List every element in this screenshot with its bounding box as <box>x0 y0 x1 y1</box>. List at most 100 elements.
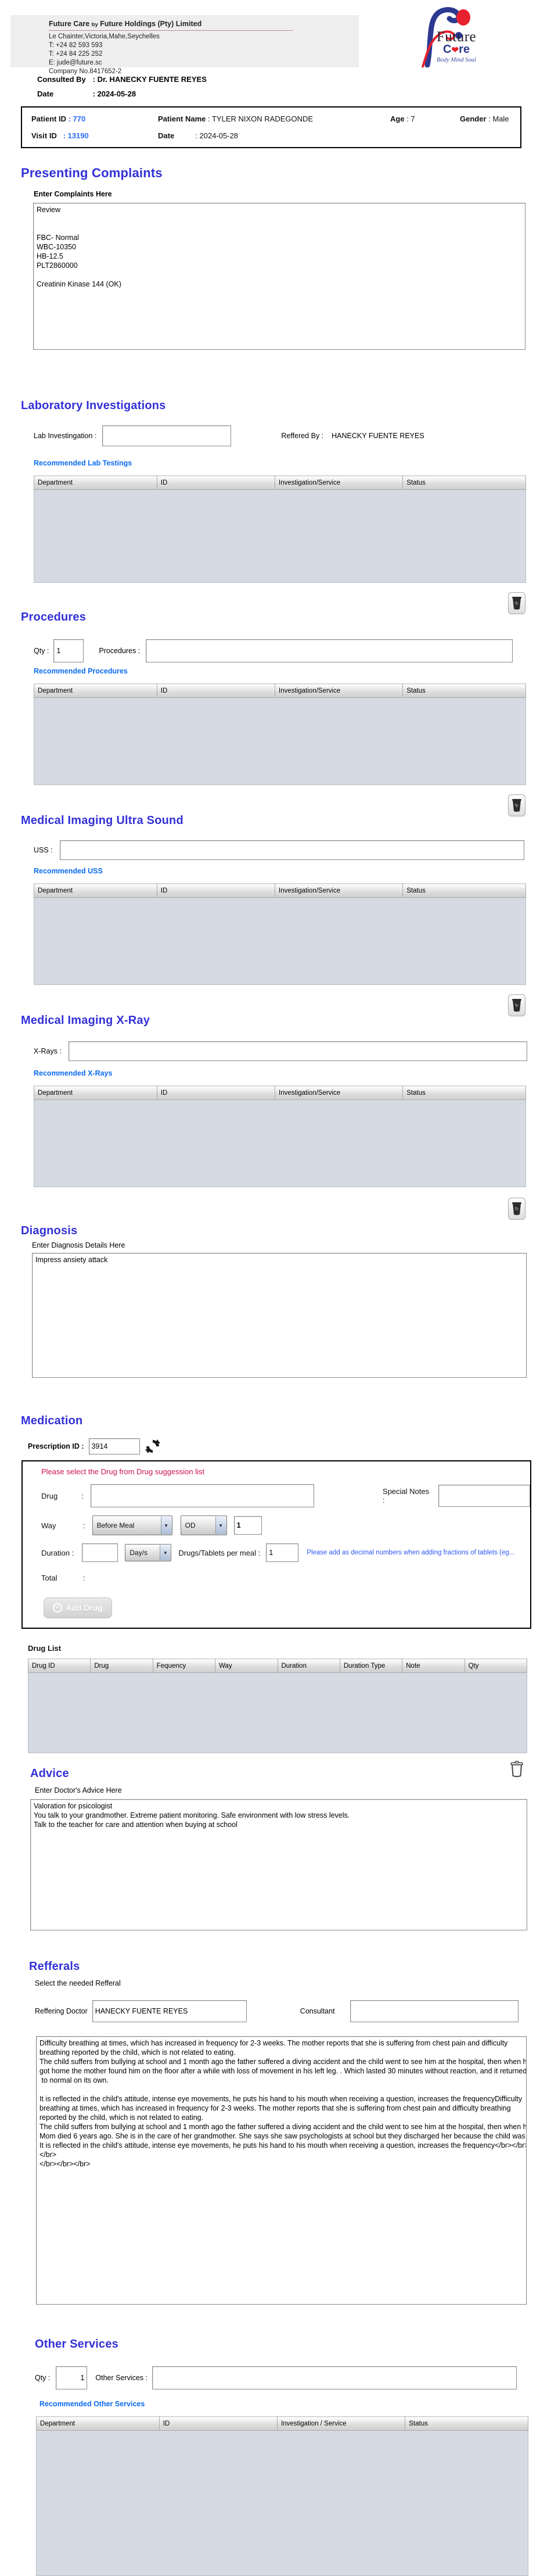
patient-id-value: : 770 <box>69 114 86 123</box>
drug-input[interactable] <box>91 1484 314 1507</box>
svg-text:↻: ↻ <box>515 1206 519 1212</box>
refresh-icon[interactable] <box>145 1438 161 1454</box>
recommended-xray-link[interactable]: Recommended X-Rays <box>34 1069 540 1077</box>
reffering-doctor-input[interactable] <box>92 2000 247 2022</box>
lab-investigation-input[interactable] <box>102 425 231 446</box>
frequency-qty-input[interactable] <box>234 1516 262 1535</box>
col-drug: Drug <box>91 1659 153 1673</box>
col-investigation-service: Investigation/Service <box>275 684 403 698</box>
patient-summary-box: Patient ID : 770 Patient Name : TYLER NI… <box>21 106 521 148</box>
drug-list-delete-button[interactable] <box>508 1758 525 1781</box>
col-qty: Qty <box>465 1659 527 1673</box>
col-investigation-service: Investigation / Service <box>278 2417 405 2431</box>
drug-row: Drug : Special Notes : <box>41 1484 530 1507</box>
other-services-table-empty-body <box>37 2431 528 2576</box>
xray-delete-button[interactable]: ↻ <box>508 1198 525 1220</box>
way-selected-value: Before Meal <box>97 1521 135 1529</box>
other-services-input-row: Qty : Other Services : <box>35 2366 540 2389</box>
trash-icon: ↻ <box>512 1202 522 1216</box>
col-department: Department <box>34 476 157 490</box>
section-title-advice: Advice <box>30 1767 540 1780</box>
col-id: ID <box>159 2417 277 2431</box>
xray-table-empty-body <box>34 1100 526 1187</box>
other-services-table-header: Department ID Investigation / Service St… <box>37 2417 528 2431</box>
other-services-input-label: Other Services : <box>95 2374 147 2382</box>
drug-list-header: Drug ID Drug Fequency Way Duration Durat… <box>28 1659 527 1673</box>
other-services-qty-input[interactable] <box>56 2366 87 2389</box>
col-id: ID <box>157 884 275 898</box>
chevron-down-icon: ▼ <box>161 1517 171 1534</box>
col-status: Status <box>405 2417 528 2431</box>
lab-delete-button[interactable]: ↻ <box>508 592 525 614</box>
logo-text: Future C❤re Body Mind Soul <box>427 29 485 63</box>
chevron-down-icon: ▼ <box>215 1517 226 1534</box>
diagnosis-textarea[interactable]: Impress ansiety attack <box>32 1253 527 1378</box>
fraction-note: Please add as decimal numbers when addin… <box>307 1549 514 1556</box>
uss-input[interactable] <box>60 840 524 860</box>
way-select[interactable]: Before Meal ▼ <box>92 1515 172 1535</box>
xray-input[interactable] <box>69 1041 527 1061</box>
procedures-qty-input[interactable] <box>53 639 84 662</box>
procedures-input[interactable] <box>146 639 513 662</box>
consultant-input[interactable] <box>350 2000 519 2022</box>
xray-trash-row: ↻ <box>0 1198 525 1220</box>
col-id: ID <box>157 1086 275 1100</box>
uss-table-empty-body <box>34 898 526 985</box>
trash-icon: ↻ <box>512 998 522 1012</box>
consulted-by-line: Consulted By : Dr. HANECKY FUENTE REYES <box>37 75 540 84</box>
recommended-lab-testings-link[interactable]: Recommended Lab Testings <box>34 459 540 467</box>
prescription-id-input[interactable] <box>89 1438 140 1454</box>
frequency-select[interactable]: OD ▼ <box>181 1515 227 1535</box>
per-meal-input[interactable] <box>266 1543 298 1562</box>
reffering-doctor-label: Reffering Doctor <box>35 2007 88 2015</box>
other-services-input[interactable] <box>152 2366 517 2389</box>
other-services-qty-label: Qty : <box>35 2374 50 2382</box>
uss-input-label: USS : <box>34 846 53 854</box>
way-colon: : <box>83 1521 85 1530</box>
xray-table-header: Department ID Investigation/Service Stat… <box>34 1086 526 1100</box>
recommended-procedures-link[interactable]: Recommended Procedures <box>34 667 540 675</box>
procedures-delete-button[interactable]: ↻ <box>508 794 525 816</box>
age-label: Age <box>390 114 405 123</box>
special-notes-label: Special Notes : <box>383 1487 431 1504</box>
col-status: Status <box>403 476 526 490</box>
uss-delete-button[interactable]: ↻ <box>508 994 525 1016</box>
drug-label: Drug <box>41 1492 81 1500</box>
clinic-email: E: jude@future.sc <box>49 59 293 67</box>
clinic-logo: Future C❤re Body Mind Soul <box>359 5 488 70</box>
section-title-procedures: Procedures <box>21 611 540 624</box>
lab-table-empty-body <box>34 490 526 583</box>
referred-by-label: Reffered By : <box>281 432 323 440</box>
refferal-details-textarea[interactable]: Difficulty breathing at times, which has… <box>36 2036 527 2305</box>
duration-input[interactable] <box>82 1543 118 1562</box>
logo-care-re: re <box>459 43 470 56</box>
xray-table: Department ID Investigation/Service Stat… <box>34 1085 526 1187</box>
duration-row: Duration : Day/s ▼ Drugs/Tablets per mea… <box>41 1543 530 1562</box>
procedures-qty-label: Qty : <box>34 647 49 655</box>
patient-row-2: Visit ID : 13190 Date : 2024-05-28 <box>31 131 520 140</box>
add-drug-button[interactable]: + Add Drug <box>44 1597 112 1618</box>
col-duration: Duration <box>278 1659 340 1673</box>
col-frequency: Fequency <box>153 1659 215 1673</box>
visit-date-label: Date <box>158 131 174 140</box>
recommended-uss-link[interactable]: Recommended USS <box>34 867 540 875</box>
clinic-phone1: T: +24 82 593 593 <box>49 41 293 50</box>
visit-date-value: : 2024-05-28 <box>195 131 238 140</box>
section-title-diagnosis: Diagnosis <box>21 1224 540 1238</box>
duration-unit-select[interactable]: Day/s ▼ <box>125 1544 171 1561</box>
xray-input-label: X-Rays : <box>34 1047 62 1055</box>
complaints-textarea[interactable]: Review FBC- Normal WBC-10350 HB-12.5 PLT… <box>33 203 525 350</box>
clinic-title-by: by <box>92 22 98 28</box>
uss-trash-row: ↻ <box>0 994 525 1016</box>
way-row: Way : Before Meal ▼ OD ▼ <box>41 1515 530 1535</box>
recommended-other-services-link[interactable]: Recommended Other Services <box>39 2400 540 2408</box>
complaints-label: Enter Complaints Here <box>34 190 540 198</box>
special-notes-input[interactable] <box>438 1485 530 1507</box>
other-services-table: Department ID Investigation / Service St… <box>36 2416 528 2576</box>
patient-name-label: Patient Name <box>158 114 206 123</box>
col-note: Note <box>402 1659 465 1673</box>
advice-textarea[interactable]: Valoration for psicologist You talk to y… <box>30 1799 527 1930</box>
clinic-title: Future Care by Future Holdings (Pty) Lim… <box>49 20 293 31</box>
drug-suggestion-warning: Please select the Drug from Drug suggess… <box>41 1467 530 1476</box>
visit-id-value: : 13190 <box>63 131 89 140</box>
